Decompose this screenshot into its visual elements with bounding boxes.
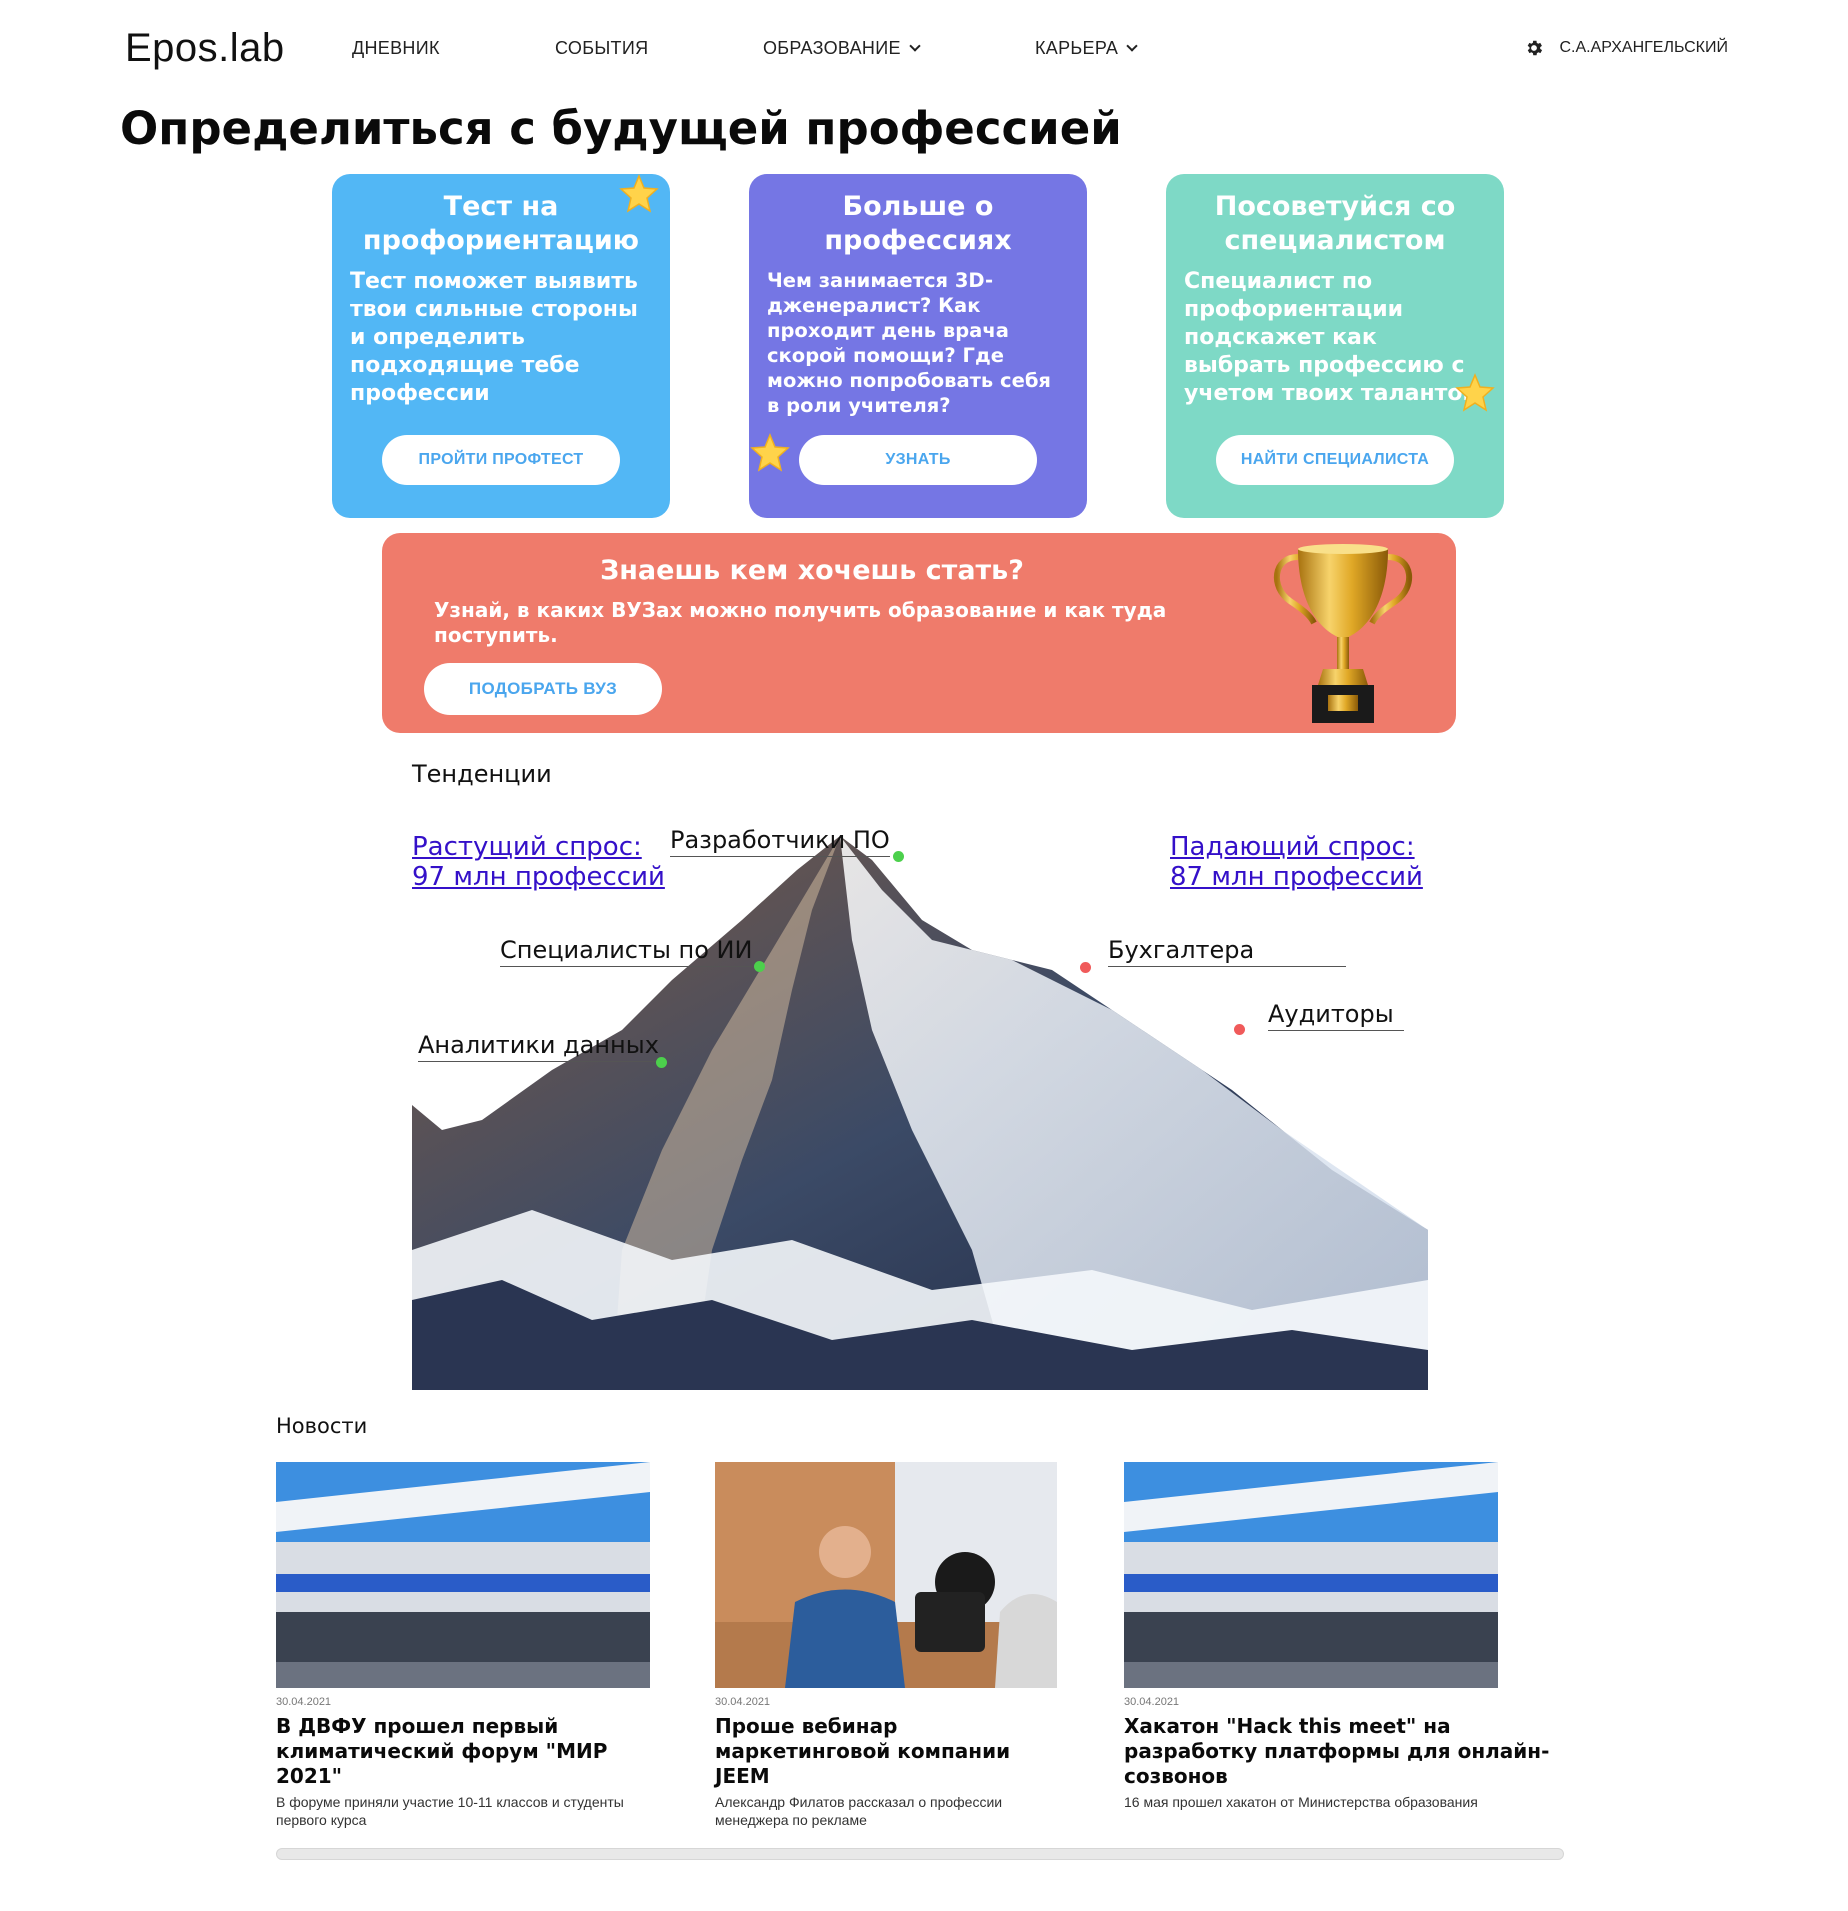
news-card[interactable]: 30.04.2021 В ДВФУ прошел первый климатич…: [276, 1462, 650, 1829]
choose-university-button[interactable]: ПОДОБРАТЬ ВУЗ: [424, 663, 662, 715]
nav-education-label: ОБРАЗОВАНИЕ: [763, 38, 901, 58]
chevron-down-icon: [909, 40, 921, 52]
card-text: Чем занимается 3D-дженералист? Как прохо…: [767, 269, 1051, 417]
nav-diary-label: ДНЕВНИК: [352, 38, 440, 58]
trophy-icon: [1273, 544, 1413, 723]
news-date: 30.04.2021: [276, 1696, 332, 1708]
growing-marker: [656, 1057, 667, 1068]
news-label: Новости: [276, 1414, 368, 1438]
nav-events-label: СОБЫТИЯ: [555, 38, 649, 58]
page-title: Определиться с будущей профессией: [120, 102, 1122, 155]
star-icon: [619, 174, 659, 213]
news-description: Александр Филатов рассказал о профессии …: [715, 1794, 1003, 1828]
find-specialist-button[interactable]: НАЙТИ СПЕЦИАЛИСТА: [1216, 435, 1454, 485]
news-title: Проше вебинар маркетинговой компании JEE…: [715, 1714, 1011, 1788]
news-title: Хакатон "Hack this meet" на разработку п…: [1124, 1714, 1550, 1788]
card-specialist: Посоветуйся со специалистом Специалист п…: [1166, 174, 1504, 518]
falling-marker: [1234, 1024, 1245, 1035]
card-title: Больше о профессиях: [824, 191, 1012, 256]
top-nav: Epos.lab ДНЕВНИК СОБЫТИЯ ОБРАЗОВАНИЕ КАР…: [0, 0, 1848, 100]
user-menu[interactable]: С.А.АРХАНГЕЛЬСКИЙ: [1524, 38, 1729, 58]
logo[interactable]: Epos.lab: [125, 26, 285, 71]
news-image: [276, 1462, 650, 1688]
falling-marker: [1080, 962, 1091, 973]
card-title: Посоветуйся со специалистом: [1214, 191, 1456, 256]
card-professions: Больше о профессиях Чем занимается 3D-дж…: [749, 174, 1087, 518]
banner-text: Узнай, в каких ВУЗах можно получить обра…: [434, 598, 1167, 647]
nav-diary[interactable]: ДНЕВНИК: [352, 38, 440, 59]
news-date: 30.04.2021: [715, 1696, 771, 1708]
news-card[interactable]: 30.04.2021 Хакатон "Hack this meet" на р…: [1124, 1462, 1564, 1811]
learn-more-button[interactable]: УЗНАТЬ: [799, 435, 1037, 485]
peak-label-accountants: Бухгалтера: [1108, 936, 1346, 967]
card-text: Специалист по профориентации подскажет к…: [1184, 269, 1477, 406]
news-image: [715, 1462, 1057, 1688]
chevron-down-icon: [1126, 40, 1138, 52]
card-proftest: Тест на профориентацию Тест поможет выяв…: [332, 174, 670, 518]
news-description: В форуме приняли участие 10-11 классов и…: [276, 1794, 624, 1828]
university-banner: Знаешь кем хочешь стать? Узнай, в каких …: [382, 533, 1456, 733]
nav-events[interactable]: СОБЫТИЯ: [555, 38, 648, 59]
news-image: [1124, 1462, 1498, 1688]
news-description: 16 мая прошел хакатон от Министерства об…: [1124, 1794, 1478, 1810]
nav-career-label: КАРЬЕРА: [1035, 38, 1119, 58]
proftest-button[interactable]: ПРОЙТИ ПРОФТЕСТ: [382, 435, 620, 485]
growing-marker: [754, 961, 765, 972]
star-icon: [1455, 373, 1495, 412]
peak-label-software-developers: Разработчики ПО: [670, 826, 890, 857]
news-title: В ДВФУ прошел первый климатический форум…: [276, 1714, 608, 1788]
mountain-image: [412, 836, 1428, 1390]
nav-education[interactable]: ОБРАЗОВАНИЕ: [763, 38, 921, 59]
trends-label: Тенденции: [412, 760, 552, 788]
news-card[interactable]: 30.04.2021 Проше вебинар маркетинговой к…: [715, 1462, 1065, 1829]
peak-label-data-analysts: Аналитики данных: [418, 1031, 659, 1062]
news-scrollbar[interactable]: [276, 1848, 1564, 1860]
user-name: С.А.АРХАНГЕЛЬСКИЙ: [1559, 39, 1729, 56]
card-title: Тест на профориентацию: [362, 191, 640, 256]
growing-marker: [893, 851, 904, 862]
news-date: 30.04.2021: [1124, 1696, 1180, 1708]
banner-title: Знаешь кем хочешь стать?: [600, 555, 1024, 586]
peak-label-auditors: Аудиторы: [1268, 1000, 1404, 1031]
peak-label-ai-specialists: Специалисты по ИИ: [500, 936, 753, 967]
card-text: Тест поможет выявить твои сильные сторон…: [350, 269, 638, 406]
nav-career[interactable]: КАРЬЕРА: [1035, 38, 1138, 59]
gear-icon[interactable]: [1524, 38, 1544, 58]
star-icon: [750, 433, 790, 472]
